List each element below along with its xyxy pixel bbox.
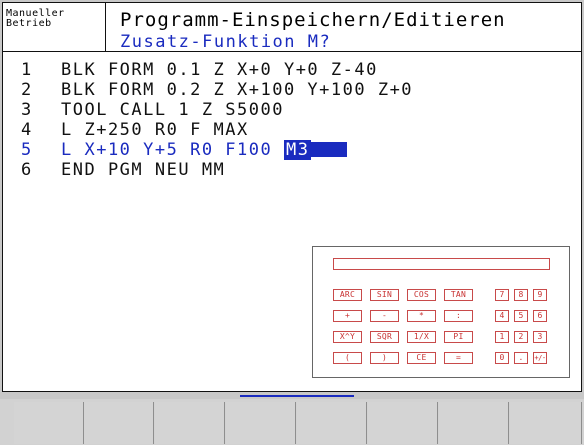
softkey-2[interactable]: [84, 402, 154, 444]
operating-mode-line2: Betrieb: [6, 18, 52, 29]
line-number: 3: [21, 100, 33, 120]
calc-key-power[interactable]: X^Y: [333, 331, 362, 343]
line-text: END PGM NEU MM: [61, 160, 226, 180]
page-indicator-bar: [240, 395, 354, 397]
calculator-window: ARC SIN COS TAN + - * : X^Y SQR 1/X PI (…: [312, 246, 570, 378]
calc-key-6[interactable]: 6: [533, 310, 547, 322]
calc-key-equals[interactable]: =: [444, 352, 473, 364]
line-number: 4: [21, 120, 33, 140]
header-panel: Programm-Einspeichern/Editieren Zusatz-F…: [106, 2, 582, 52]
calc-key-sqr[interactable]: SQR: [370, 331, 399, 343]
line-number: 2: [21, 80, 33, 100]
calc-key-close-paren[interactable]: ): [370, 352, 399, 364]
calc-key-decimal[interactable]: .: [514, 352, 528, 364]
softkey-3[interactable]: [155, 402, 225, 444]
calc-key-5[interactable]: 5: [514, 310, 528, 322]
calc-key-cos[interactable]: COS: [407, 289, 436, 301]
operating-mode-panel: Manueller Betrieb: [2, 2, 106, 52]
program-line[interactable]: 1 BLK FORM 0.1 Z X+0 Y+0 Z-40: [21, 60, 378, 80]
calc-key-reciprocal[interactable]: 1/X: [407, 331, 436, 343]
calc-key-open-paren[interactable]: (: [333, 352, 362, 364]
softkey-bar: [0, 399, 584, 445]
line-number: 1: [21, 60, 33, 80]
calc-key-9[interactable]: 9: [533, 289, 547, 301]
calc-key-sign[interactable]: +/-: [533, 352, 547, 364]
line-number: 5: [21, 140, 33, 160]
line-number: 6: [21, 160, 33, 180]
cursor-extension: [311, 141, 348, 157]
calc-key-7[interactable]: 7: [495, 289, 509, 301]
program-line[interactable]: 3 TOOL CALL 1 Z S5000: [21, 100, 284, 120]
calc-key-sin[interactable]: SIN: [370, 289, 399, 301]
softkey-5[interactable]: [297, 402, 367, 444]
page-title: Programm-Einspeichern/Editieren: [120, 9, 506, 31]
line-text: L X+10 Y+5 R0 F100: [61, 140, 284, 160]
line-text: TOOL CALL 1 Z S5000: [61, 100, 284, 120]
calc-key-tan[interactable]: TAN: [444, 289, 473, 301]
program-line[interactable]: 4 L Z+250 R0 F MAX: [21, 120, 249, 140]
line-text: L Z+250 R0 F MAX: [61, 120, 249, 140]
cnc-screen: Manueller Betrieb Programm-Einspeichern/…: [0, 0, 584, 445]
calc-key-pi[interactable]: PI: [444, 331, 473, 343]
cursor-field[interactable]: M3: [283, 140, 312, 160]
program-line-active[interactable]: 5 L X+10 Y+5 R0 F100 M3: [21, 140, 348, 160]
softkey-1[interactable]: [14, 402, 84, 444]
calc-key-4[interactable]: 4: [495, 310, 509, 322]
softkey-4[interactable]: [226, 402, 296, 444]
calc-key-8[interactable]: 8: [514, 289, 528, 301]
calc-key-divide[interactable]: :: [444, 310, 473, 322]
calc-key-2[interactable]: 2: [514, 331, 528, 343]
calc-key-multiply[interactable]: *: [407, 310, 436, 322]
line-text: BLK FORM 0.2 Z X+100 Y+100 Z+0: [61, 80, 414, 100]
dialog-prompt: Zusatz-Funktion M?: [120, 32, 332, 52]
calc-key-0[interactable]: 0: [495, 352, 509, 364]
calc-key-1[interactable]: 1: [495, 331, 509, 343]
program-line[interactable]: 2 BLK FORM 0.2 Z X+100 Y+100 Z+0: [21, 80, 413, 100]
calc-key-plus[interactable]: +: [333, 310, 362, 322]
softkey-7[interactable]: [439, 402, 509, 444]
line-text: BLK FORM 0.1 Z X+0 Y+0 Z-40: [61, 60, 378, 80]
softkey-8[interactable]: [510, 402, 582, 444]
calc-key-3[interactable]: 3: [533, 331, 547, 343]
program-line[interactable]: 6 END PGM NEU MM: [21, 160, 225, 180]
calc-key-minus[interactable]: -: [370, 310, 399, 322]
calc-key-arc[interactable]: ARC: [333, 289, 362, 301]
softkey-6[interactable]: [368, 402, 438, 444]
calc-key-clear-entry[interactable]: CE: [407, 352, 436, 364]
calculator-display: [333, 258, 550, 270]
